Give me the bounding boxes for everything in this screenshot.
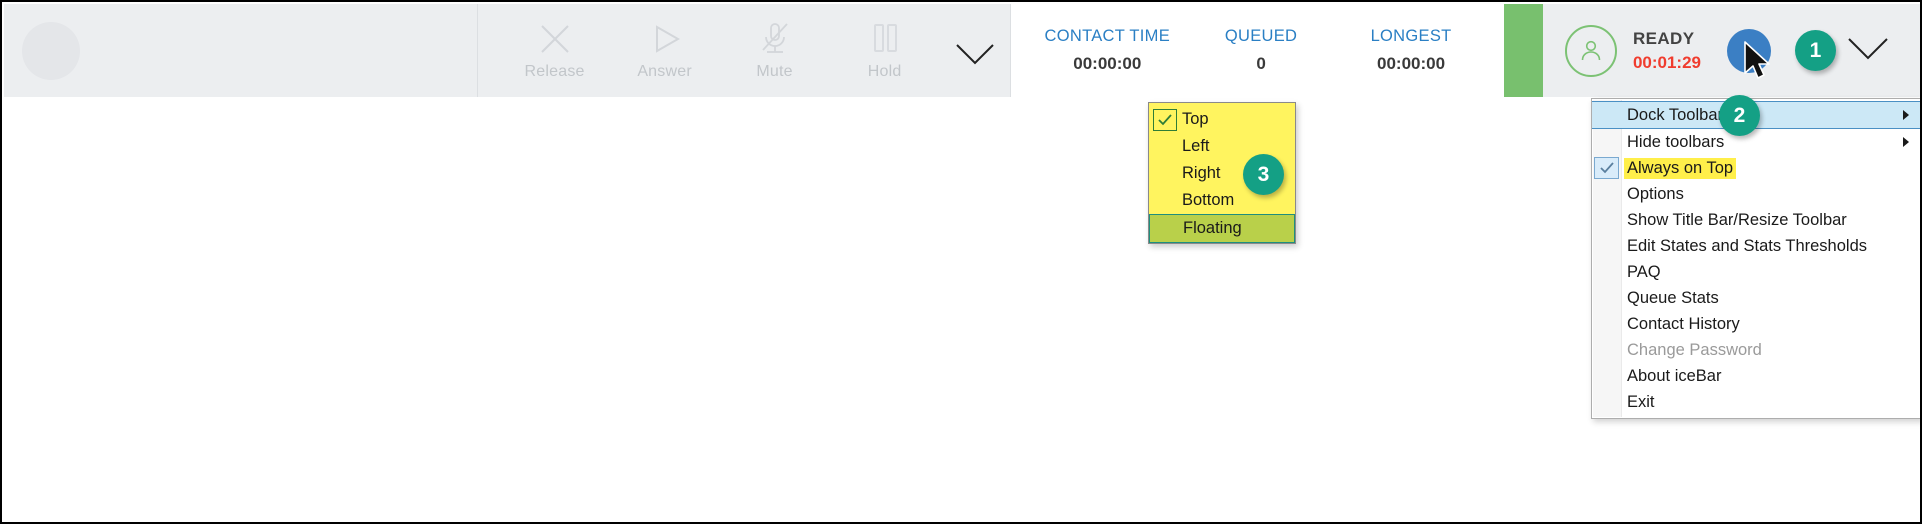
mouse-pointer-icon xyxy=(1743,40,1777,84)
statistics-panel: CONTACT TIME 00:00:00 QUEUED 0 LONGEST 0… xyxy=(1010,4,1505,97)
stat-queued: QUEUED 0 xyxy=(1186,27,1336,74)
menu-item-change-password: Change Password xyxy=(1592,337,1920,363)
checkmark-icon xyxy=(1153,109,1177,131)
stat-contact-time: CONTACT TIME 00:00:00 xyxy=(1029,27,1187,74)
agent-photo-area xyxy=(4,4,478,97)
menu-item-about-icebar[interactable]: About iceBar xyxy=(1592,363,1920,389)
submenu-item-top[interactable]: Top xyxy=(1149,106,1295,133)
menu-item-label: Edit States and Stats Thresholds xyxy=(1627,236,1867,255)
state-selector-button[interactable] xyxy=(1727,28,1771,79)
submenu-item-label: Bottom xyxy=(1182,191,1235,209)
stat-label: QUEUED xyxy=(1224,27,1298,45)
menu-item-hide-toolbars[interactable]: Hide toolbars xyxy=(1592,129,1920,155)
menu-item-label: Options xyxy=(1627,184,1684,203)
toolbar-context-menu: Dock Toolbar Hide toolbars Always on Top… xyxy=(1591,98,1920,419)
status-color-bar xyxy=(1504,4,1543,97)
menu-item-label: Contact History xyxy=(1627,314,1740,333)
status-badge: READY xyxy=(1632,28,1695,48)
callout-badge-1: 1 xyxy=(1795,30,1836,71)
stat-longest: LONGEST 00:00:00 xyxy=(1336,27,1486,74)
play-triangle-icon xyxy=(648,21,682,57)
avatar xyxy=(22,21,80,80)
callout-badge-3: 3 xyxy=(1243,154,1284,195)
menu-item-label: Exit xyxy=(1627,392,1655,411)
toolbar-overflow-button[interactable] xyxy=(940,4,1010,97)
toolbar-menu-button[interactable] xyxy=(1836,34,1900,67)
menu-item-label: Change Password xyxy=(1627,340,1762,359)
stat-value: 0 xyxy=(1256,54,1266,73)
submenu-item-floating[interactable]: Floating xyxy=(1149,214,1295,243)
menu-item-label: Hide toolbars xyxy=(1627,132,1725,151)
call-action-buttons: Release Answer Mute Hold xyxy=(478,4,1010,97)
stat-label: CONTACT TIME xyxy=(1044,27,1171,45)
menu-item-always-on-top[interactable]: Always on Top xyxy=(1592,155,1920,181)
hold-button[interactable]: Hold xyxy=(830,4,940,97)
submenu-arrow-icon xyxy=(1903,110,1909,120)
screenshot-root: Release Answer Mute Hold CONTACT TIME 00… xyxy=(0,0,1922,524)
submenu-item-label: Right xyxy=(1182,164,1221,182)
close-x-icon xyxy=(538,21,572,57)
menu-item-options[interactable]: Options xyxy=(1592,181,1920,207)
menu-item-label: Dock Toolbar xyxy=(1627,105,1723,124)
toolbar-right-controls: 1 xyxy=(1727,4,1920,97)
status-timer: 00:01:29 xyxy=(1632,52,1701,72)
menu-item-label: Show Title Bar/Resize Toolbar xyxy=(1627,210,1847,229)
checkmark-icon xyxy=(1594,157,1619,179)
chevron-down-icon xyxy=(953,41,997,72)
agent-status-text: READY 00:01:29 xyxy=(1633,29,1701,73)
release-button[interactable]: Release xyxy=(500,4,610,97)
stat-label: LONGEST xyxy=(1370,27,1452,45)
answer-label: Answer xyxy=(637,62,692,80)
microphone-muted-icon xyxy=(758,21,792,57)
menu-item-label: About iceBar xyxy=(1627,366,1722,385)
icebar-toolbar: Release Answer Mute Hold CONTACT TIME 00… xyxy=(4,4,1920,97)
menu-item-contact-history[interactable]: Contact History xyxy=(1592,311,1920,337)
callout-badge-2: 2 xyxy=(1719,95,1760,136)
hold-label: Hold xyxy=(867,62,902,80)
submenu-item-label: Left xyxy=(1182,137,1210,155)
chevron-down-icon xyxy=(1844,34,1892,67)
stat-value: 00:00:00 xyxy=(1073,54,1142,73)
menu-item-edit-states-and-stats-thresholds[interactable]: Edit States and Stats Thresholds xyxy=(1592,233,1920,259)
menu-item-paq[interactable]: PAQ xyxy=(1592,259,1920,285)
pause-bars-icon xyxy=(868,21,902,57)
submenu-item-label: Floating xyxy=(1183,219,1242,237)
stat-value: 00:00:00 xyxy=(1377,54,1446,73)
mute-label: Mute xyxy=(756,62,793,80)
answer-button[interactable]: Answer xyxy=(610,4,720,97)
menu-item-exit[interactable]: Exit xyxy=(1592,389,1920,415)
menu-item-label: PAQ xyxy=(1627,262,1661,281)
mute-button[interactable]: Mute xyxy=(720,4,830,97)
menu-item-show-title-bar-resize-toolbar[interactable]: Show Title Bar/Resize Toolbar xyxy=(1592,207,1920,233)
release-label: Release xyxy=(524,62,585,80)
submenu-arrow-icon xyxy=(1903,137,1909,147)
menu-item-queue-stats[interactable]: Queue Stats xyxy=(1592,285,1920,311)
submenu-item-label: Top xyxy=(1182,110,1209,128)
menu-item-label: Always on Top xyxy=(1624,157,1737,179)
menu-item-label: Queue Stats xyxy=(1627,288,1719,307)
agent-status-area[interactable]: READY 00:01:29 xyxy=(1543,4,1727,97)
user-circle-icon xyxy=(1564,24,1617,77)
